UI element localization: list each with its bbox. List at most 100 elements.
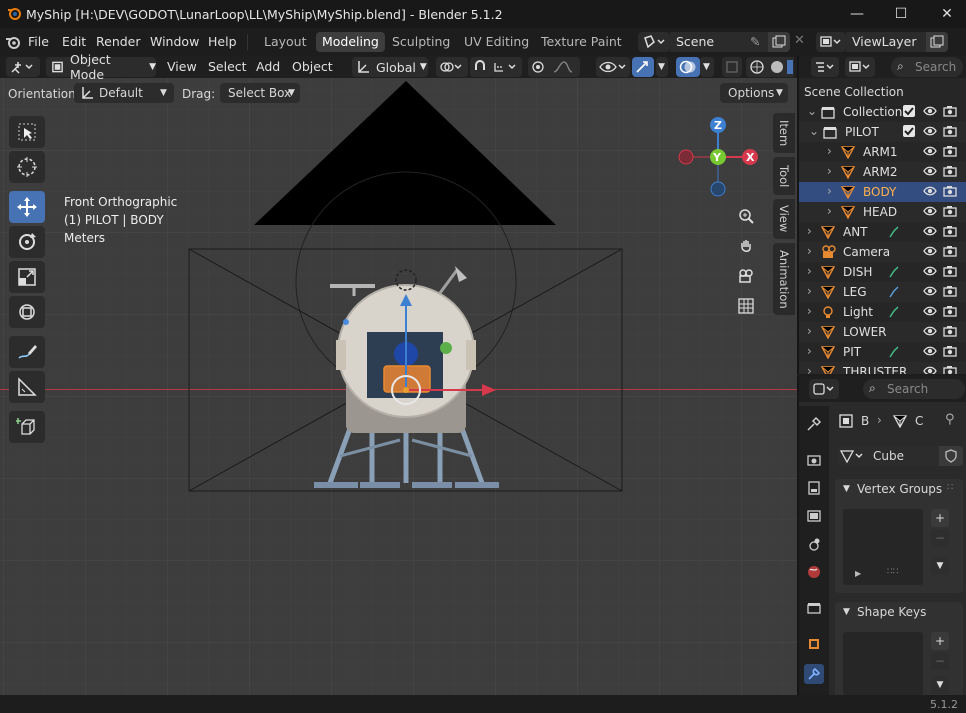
expand-chevron-icon[interactable]: ⌄ [809, 124, 819, 138]
delete-scene-icon[interactable]: ✕ [794, 33, 805, 48]
tab-uv-editing[interactable]: UV Editing [458, 32, 535, 52]
3d-viewport[interactable]: Front Orthographic (1) PILOT | BODY Mete… [0, 78, 797, 695]
chevron-down-icon[interactable]: ▼ [843, 607, 850, 617]
sidebar-tab-animation[interactable]: Animation [773, 243, 795, 315]
minimize-button[interactable]: — [834, 0, 880, 28]
modifier-indicator-icon[interactable] [888, 345, 900, 359]
pivot-point-dropdown[interactable] [436, 57, 468, 77]
eye-visibility-icon[interactable] [923, 125, 937, 137]
outliner-row-collection[interactable]: ⌄ Collection [799, 102, 966, 122]
sidebar-tab-view[interactable]: View [773, 199, 795, 239]
remove-shape-key-button[interactable]: − [931, 652, 949, 670]
expand-chevron-icon[interactable]: › [807, 224, 812, 238]
eye-visibility-icon[interactable] [923, 185, 937, 197]
expand-chevron-icon[interactable]: ⌄ [807, 104, 817, 118]
output-tab-icon[interactable] [804, 478, 824, 498]
eye-visibility-icon[interactable] [923, 105, 937, 117]
add-shape-key-button[interactable]: + [931, 632, 949, 650]
tool-tab-icon[interactable] [804, 414, 824, 434]
menu-render[interactable]: Render [92, 33, 145, 51]
collection-tab-icon[interactable] [804, 598, 824, 618]
overlays-dropdown[interactable]: ▼ [700, 57, 714, 77]
modifier-indicator-icon[interactable] [888, 305, 900, 319]
modifier-indicator-icon[interactable] [888, 285, 900, 299]
visibility-dropdown[interactable] [596, 57, 630, 77]
list-expand-icon[interactable]: ▶ [855, 569, 861, 578]
modifier-indicator-icon[interactable] [888, 265, 900, 279]
camera-render-icon[interactable] [943, 165, 957, 177]
scene-collection-label[interactable]: Scene Collection [804, 85, 904, 99]
camera-render-icon[interactable] [943, 105, 957, 117]
gizmo-dropdown[interactable]: ▼ [656, 57, 668, 77]
eye-visibility-icon[interactable] [923, 285, 937, 297]
properties-search-input[interactable]: ⌕ Search [863, 379, 965, 399]
outliner-row-arm1[interactable]: › ARM1 [799, 142, 966, 162]
properties-editor-type-button[interactable] [809, 379, 839, 399]
new-view-layer-button[interactable] [926, 32, 948, 52]
maximize-button[interactable]: ☐ [878, 0, 924, 28]
object-tab-icon[interactable] [804, 634, 824, 654]
camera-render-icon[interactable] [943, 145, 957, 157]
camera-render-icon[interactable] [943, 285, 957, 297]
outliner-row-thruster[interactable]: › THRUSTER [799, 362, 966, 374]
drag-handle-icon[interactable]: ∷ [947, 482, 953, 493]
scene-name-field[interactable]: Scene ✎ [670, 32, 768, 52]
menu-window[interactable]: Window [146, 33, 203, 51]
blender-menu-icon[interactable] [5, 35, 21, 49]
outliner-row-lower[interactable]: › LOWER [799, 322, 966, 342]
eye-visibility-icon[interactable] [923, 205, 937, 217]
annotate-tool[interactable] [9, 336, 45, 368]
outliner-row-body[interactable]: › BODY [799, 182, 966, 202]
shading-mode-buttons[interactable] [746, 57, 794, 77]
camera-render-icon[interactable] [943, 245, 957, 257]
cursor-tool[interactable] [9, 151, 45, 183]
move-tool[interactable] [9, 191, 45, 223]
pan-hand-icon[interactable] [733, 233, 759, 259]
add-cube-tool[interactable] [9, 411, 45, 443]
menu-select[interactable]: Select [208, 59, 247, 74]
expand-chevron-icon[interactable]: › [827, 144, 832, 158]
new-scene-button[interactable] [768, 32, 790, 52]
expand-chevron-icon[interactable]: › [807, 344, 812, 358]
expand-chevron-icon[interactable]: › [807, 304, 812, 318]
options-dropdown[interactable]: Options ▼ [720, 83, 788, 103]
list-resize-handle-icon[interactable]: ∷∷ [887, 567, 898, 577]
outliner-row-ant[interactable]: › ANT [799, 222, 966, 242]
camera-render-icon[interactable] [943, 205, 957, 217]
outliner-row-pilot[interactable]: ⌄ PILOT [799, 122, 966, 142]
view-layer-tab-icon[interactable] [804, 506, 824, 526]
orientation-dropdown[interactable]: Default ▼ [74, 83, 174, 103]
outliner-row-light[interactable]: › Light [799, 302, 966, 322]
eye-visibility-icon[interactable] [923, 365, 937, 374]
rotate-tool[interactable] [9, 226, 45, 258]
outliner-row-leg[interactable]: › LEG [799, 282, 966, 302]
fake-user-button[interactable] [939, 446, 963, 466]
expand-chevron-icon[interactable]: › [827, 184, 832, 198]
editor-type-button[interactable] [6, 57, 40, 77]
remove-vertex-group-button[interactable]: − [931, 529, 949, 547]
collection-checkbox[interactable] [903, 105, 915, 117]
grid-toggle-icon[interactable] [733, 293, 759, 319]
view-layer-browse-button[interactable] [816, 32, 846, 52]
outliner-row-head[interactable]: › HEAD [799, 202, 966, 222]
pin-icon[interactable]: ✎ [750, 34, 760, 49]
expand-chevron-icon[interactable]: › [827, 164, 832, 178]
menu-add[interactable]: Add [256, 59, 280, 74]
snap-dropdown[interactable] [470, 57, 522, 77]
eye-visibility-icon[interactable] [923, 345, 937, 357]
sidebar-tab-item[interactable]: Item [773, 113, 795, 153]
select-box-tool[interactable] [9, 116, 45, 148]
menu-edit[interactable]: Edit [58, 33, 90, 51]
outliner-editor-type-button[interactable] [811, 57, 839, 77]
drag-dropdown[interactable]: Select Box ▼ [220, 83, 300, 103]
menu-object[interactable]: Object [292, 59, 333, 74]
camera-view-icon[interactable] [733, 263, 759, 289]
collection-checkbox[interactable] [903, 125, 915, 137]
gizmo-toggle[interactable] [632, 57, 654, 77]
outliner-row-pit[interactable]: › PIT [799, 342, 966, 362]
chevron-down-icon[interactable]: ▼ [843, 484, 850, 494]
shape-keys-title[interactable]: Shape Keys [857, 605, 926, 619]
outliner-search-input[interactable]: ⌕ Search [891, 57, 963, 77]
eye-visibility-icon[interactable] [923, 305, 937, 317]
outliner-row-arm2[interactable]: › ARM2 [799, 162, 966, 182]
